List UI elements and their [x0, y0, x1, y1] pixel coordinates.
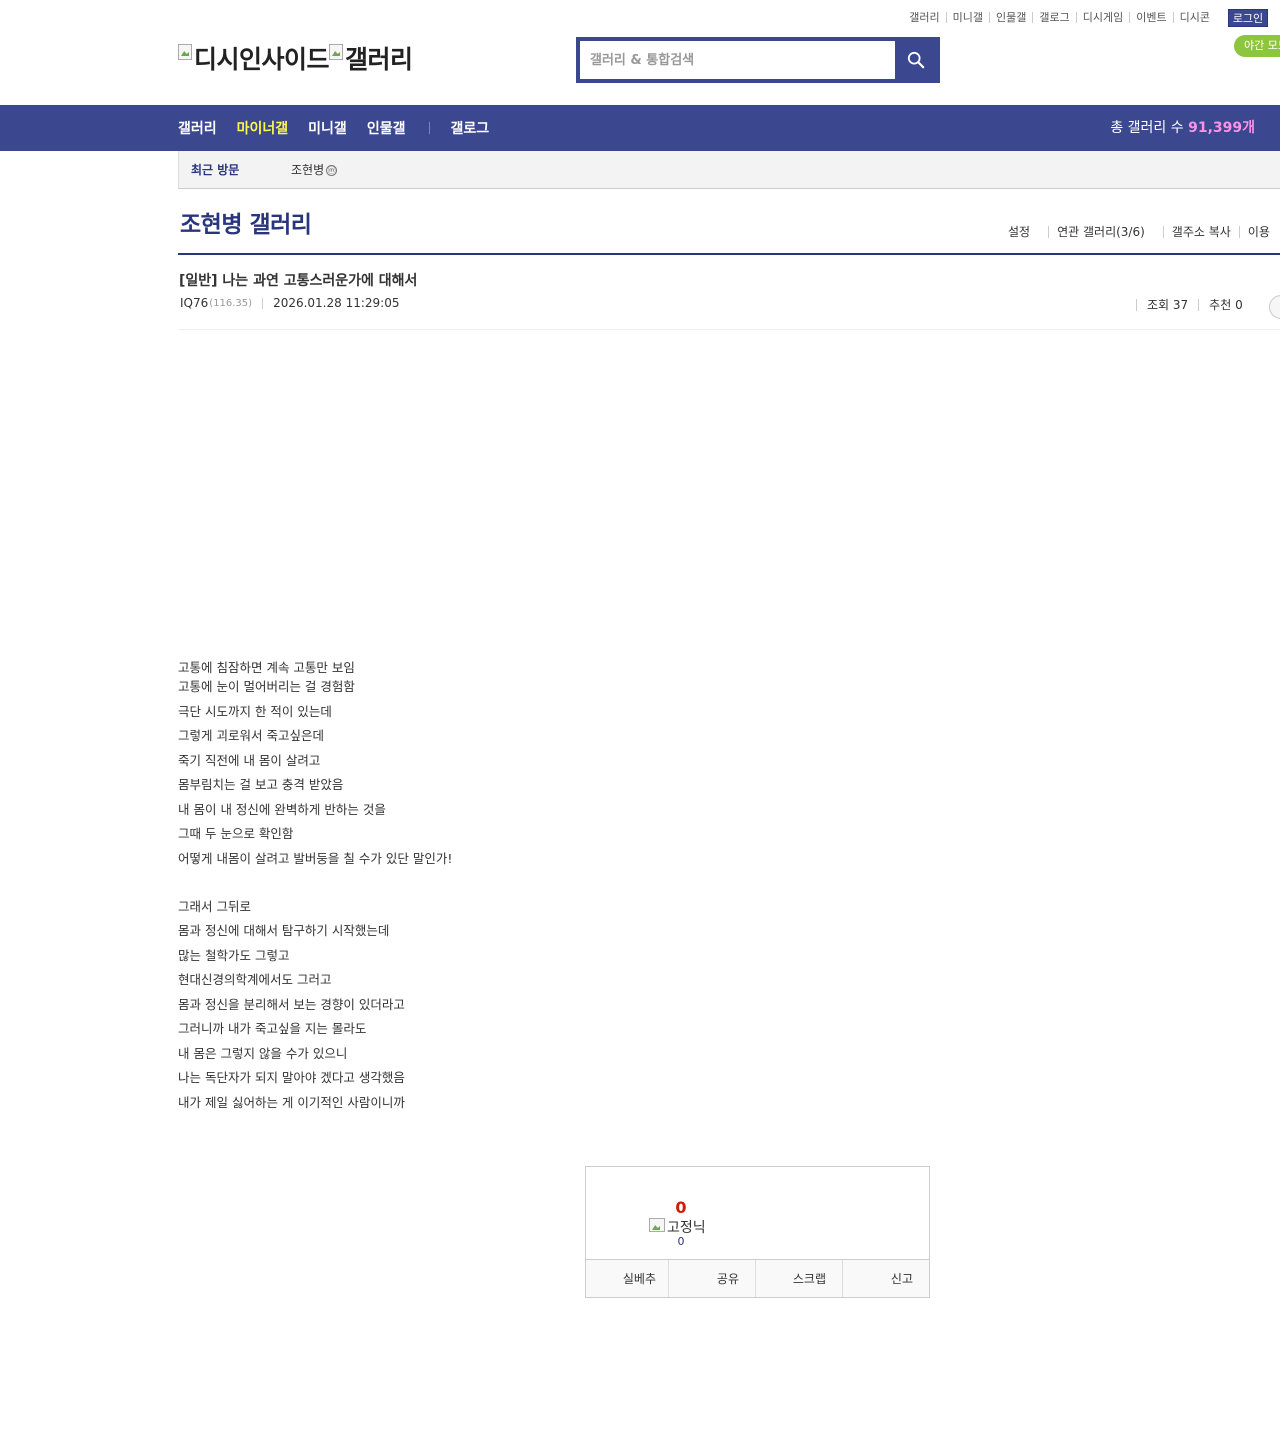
- title-divider: [178, 253, 1280, 255]
- fixed-nick-recommend-count: 0: [677, 1235, 685, 1248]
- util-link-gallog[interactable]: 갤로그: [1032, 11, 1075, 23]
- post-views: 조회 37: [1136, 299, 1198, 311]
- nav-divider: [429, 122, 431, 134]
- gallery-count-label: 총 갤러리 수: [1110, 120, 1189, 136]
- broken-image-icon: [329, 44, 344, 60]
- util-link-dcgame[interactable]: 디시게임: [1075, 11, 1129, 23]
- gallery-title[interactable]: 조현병 갤러리: [180, 205, 312, 239]
- gallery-count-value: 91,399개: [1188, 120, 1255, 136]
- body-line: 죽기 직전에 내 몸이 살려고: [178, 752, 321, 768]
- post-date: 2026.01.28 11:29:05: [273, 296, 400, 310]
- util-link-dccon[interactable]: 디시콘: [1172, 11, 1216, 23]
- recent-visit-bar: 최근 방문 조현병 ⓜ: [178, 151, 1280, 189]
- gallery-logo-alt: 갤러리: [345, 45, 413, 74]
- night-mode-button[interactable]: 야간 모드: [1234, 35, 1280, 57]
- util-link-persongall[interactable]: 인물갤: [989, 11, 1032, 23]
- body-line: 그때 두 눈으로 확인함: [178, 826, 294, 841]
- body-line: 나는 독단자가 되지 말아야 겠다고 생각했음: [178, 1070, 405, 1085]
- recommend-count: 0: [675, 1198, 687, 1217]
- post-recommends: 추천 0: [1198, 299, 1253, 311]
- fixed-nick-alt: 고정닉: [667, 1220, 706, 1236]
- post-body: 고통에 침잠하면 계속 고통만 보임 고통에 눈이 멀어버리는 걸 경험함 극단…: [178, 658, 452, 1112]
- body-line: 그렇게 괴로워서 죽고싶은데: [178, 728, 324, 743]
- top-utility-links: 갤러리 미니갤 인물갤 갤로그 디시게임 이벤트 디시콘: [903, 9, 1216, 25]
- fixed-nick-recommend[interactable]: 고정닉: [649, 1217, 706, 1237]
- dcinside-logo-image: 디시인사이드: [178, 40, 330, 76]
- body-line: 고통에 침잠하면 계속 고통만 보임: [178, 660, 355, 675]
- report-button[interactable]: 신고: [842, 1260, 929, 1297]
- post-action-bar: 실베추 공유 스크랩 신고: [586, 1259, 929, 1297]
- related-gallery-link[interactable]: 연관 갤러리(3/6): [1048, 226, 1163, 238]
- util-link-minigall[interactable]: 미니갤: [945, 11, 989, 23]
- body-line: 몸과 정신에 대해서 탐구하기 시작했는데: [178, 923, 390, 938]
- body-line: 몸부림치는 걸 보고 충격 받았음: [178, 777, 344, 792]
- broken-image-icon: [178, 44, 192, 60]
- gallery-options: 설정 연관 갤러리(3/6) 갤주소 복사 이용: [1008, 226, 1278, 238]
- body-line: 현대신경의학계에서도 그러고: [178, 972, 332, 987]
- nav-minor-gallery[interactable]: 마이너갤: [237, 118, 289, 138]
- site-logo[interactable]: 디시인사이드 갤러리: [178, 40, 413, 76]
- gallery-settings-link[interactable]: 설정: [1008, 226, 1048, 238]
- dcinside-logo-alt: 디시인사이드: [194, 45, 330, 74]
- body-line: 많는 철학가도 그렇고: [178, 947, 290, 963]
- recent-visit-item-label: 조현병: [291, 163, 325, 177]
- post-author[interactable]: IQ76: [180, 296, 208, 310]
- nav-gallog[interactable]: 갤로그: [450, 118, 489, 138]
- search-input[interactable]: [580, 41, 895, 79]
- post-author-ip: (116.35): [209, 297, 253, 309]
- util-link-gallery[interactable]: 갤러리: [903, 12, 945, 23]
- recent-visit-item[interactable]: 조현병 ⓜ: [291, 151, 338, 189]
- nav-mini-gallery[interactable]: 미니갤: [308, 118, 347, 138]
- post-menu-button[interactable]: [1269, 295, 1280, 319]
- body-line: 극단 시도까지 한 적이 있는데: [178, 703, 332, 719]
- silbe-recommend-button[interactable]: 실베추: [586, 1260, 668, 1297]
- share-button[interactable]: 공유: [668, 1260, 755, 1297]
- search-icon: [907, 51, 925, 69]
- search-button[interactable]: [896, 41, 936, 79]
- body-line: 내 몸이 내 정신에 완벽하게 반하는 것을: [178, 801, 386, 817]
- scrap-button[interactable]: 스크랩: [755, 1260, 842, 1297]
- body-line: 내가 제일 싫어하는 게 이기적인 사람이니까: [178, 1094, 405, 1110]
- body-line: 내 몸은 그렇지 않을 수가 있으니: [178, 1045, 348, 1061]
- nav-gallery[interactable]: 갤러리: [178, 118, 217, 138]
- util-link-event[interactable]: 이벤트: [1129, 11, 1172, 23]
- body-line: 어떻게 내몸이 살려고 발버둥을 칠 수가 있단 말인가!: [178, 850, 453, 866]
- body-line: 그래서 그뒤로: [178, 898, 251, 914]
- login-button[interactable]: 로그인: [1228, 9, 1268, 27]
- recommend-box: 0 고정닉 0 실베추 공유 스크랩 신고: [585, 1166, 930, 1298]
- nav-person-gallery[interactable]: 인물갤: [367, 118, 406, 138]
- post-meta: IQ76 (116.35) 2026.01.28 11:29:05: [180, 296, 399, 310]
- body-line: 몸과 정신을 분리해서 보는 경향이 있더라고: [178, 996, 405, 1012]
- post-stats: 조회 37 추천 0: [1136, 299, 1253, 311]
- post-title: [일반] 나는 과연 고통스러운가에 대해서: [179, 273, 418, 289]
- meta-divider: [262, 297, 264, 309]
- post-header-divider: [178, 329, 1280, 330]
- main-nav: 갤러리 마이너갤 미니갤 인물갤 갤로그 총 갤러리 수 91,399개: [0, 105, 1280, 151]
- total-gallery-count: 총 갤러리 수 91,399개: [1110, 105, 1255, 151]
- copy-gallery-url-link[interactable]: 갤주소 복사: [1162, 226, 1239, 238]
- search-box: [576, 37, 940, 83]
- recent-visit-label[interactable]: 최근 방문: [191, 151, 239, 189]
- body-line: 그러니까 내가 죽고싶을 지는 몰라도: [178, 1021, 367, 1036]
- body-line: 고통에 눈이 멀어버리는 걸 경험함: [178, 679, 355, 694]
- broken-image-icon: [649, 1218, 665, 1232]
- gallery-usage-link[interactable]: 이용: [1238, 226, 1278, 238]
- minor-gallery-icon: ⓜ: [326, 164, 338, 176]
- gallery-logo-image: 갤러리: [329, 40, 413, 76]
